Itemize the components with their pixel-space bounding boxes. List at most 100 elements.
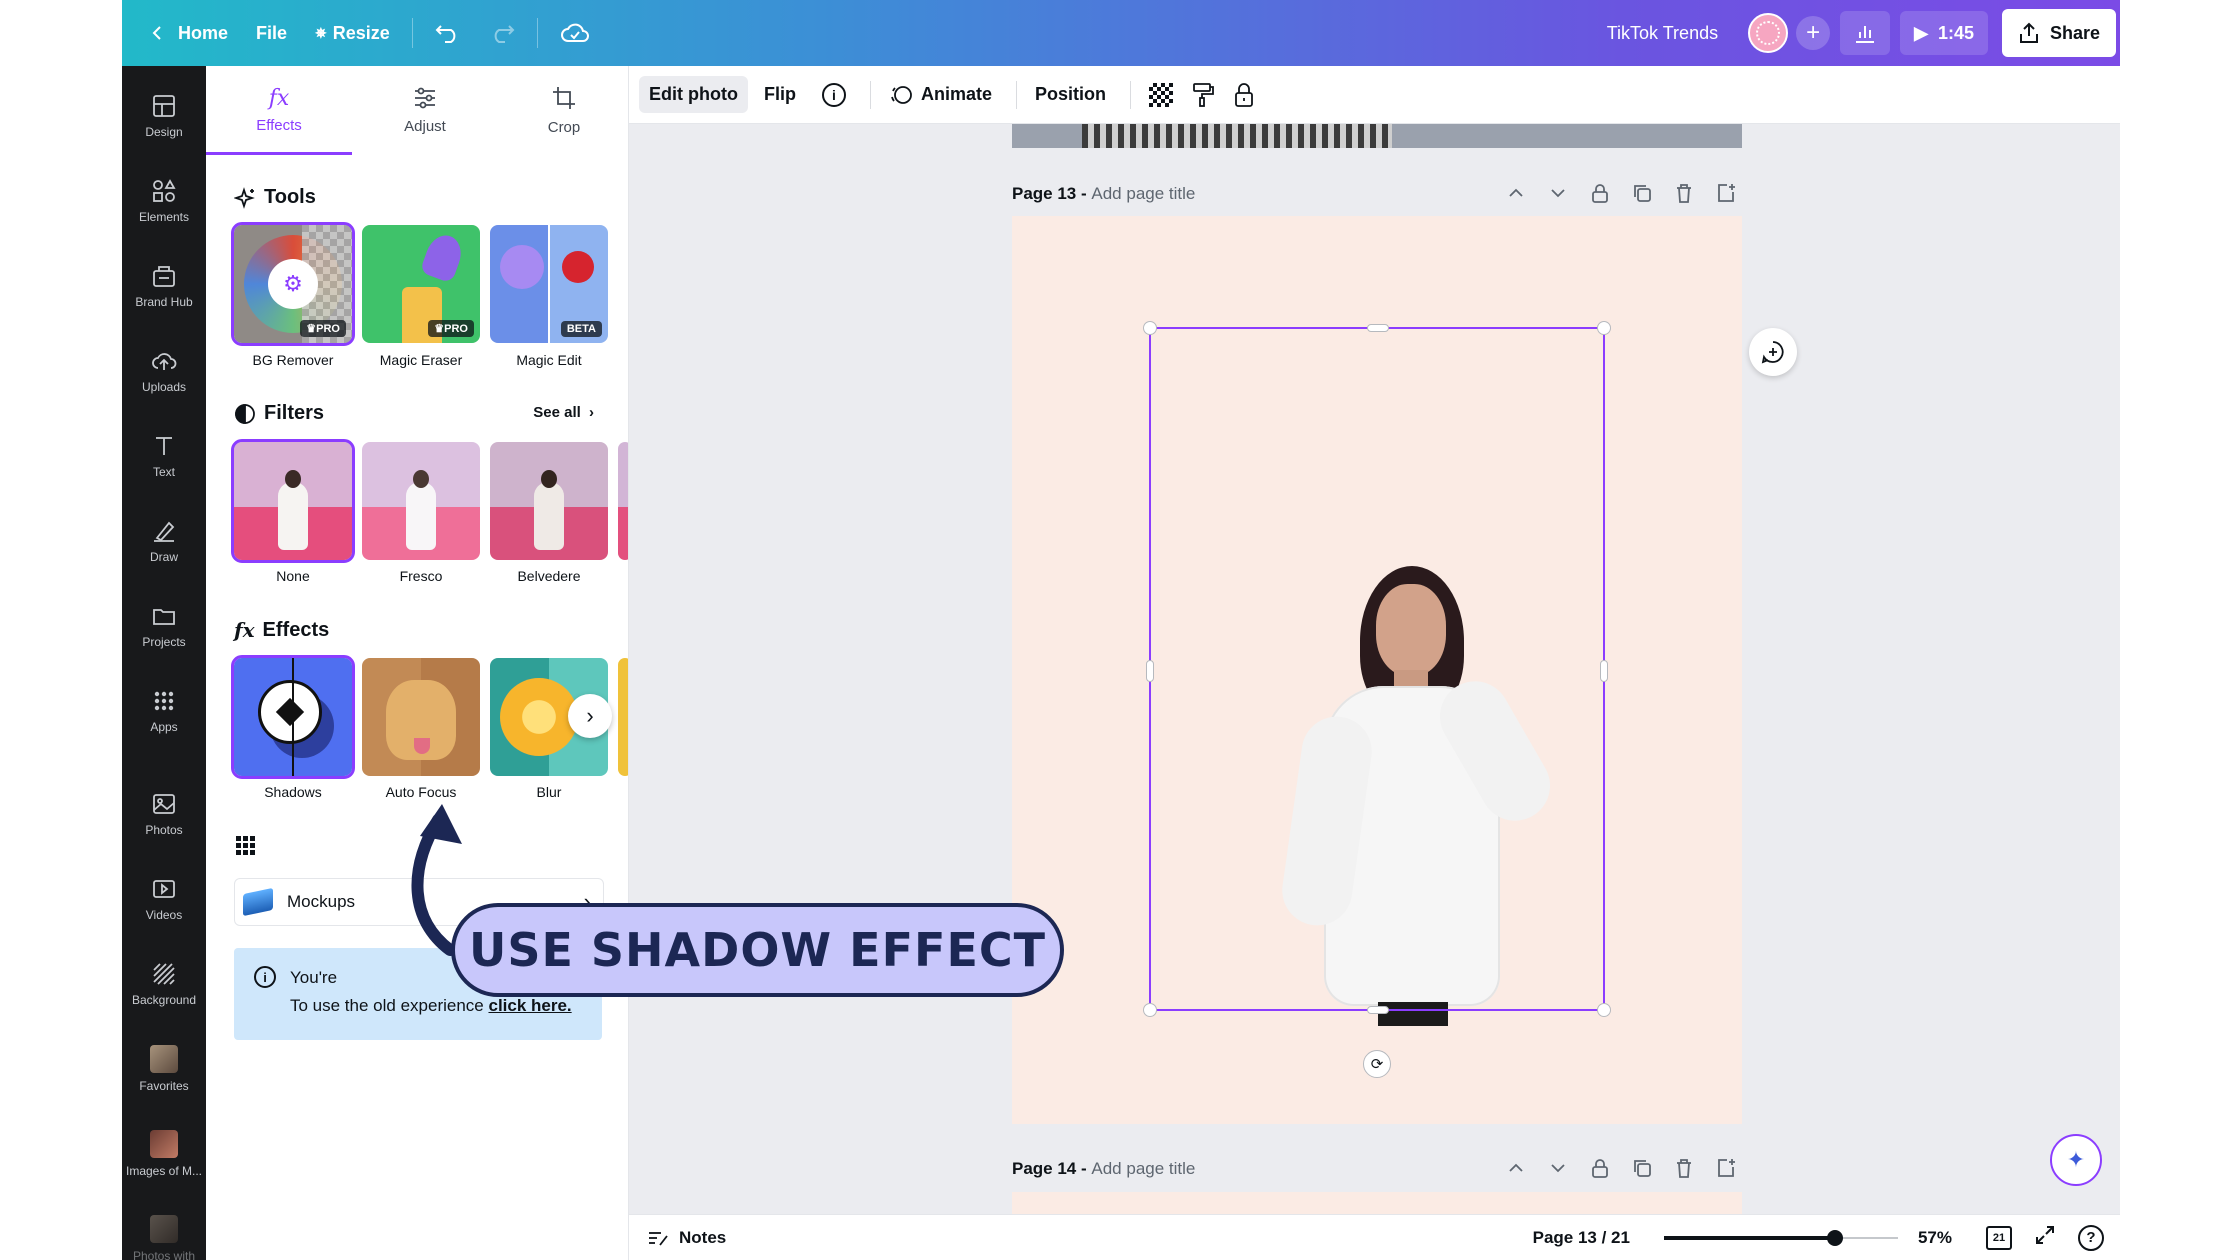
duplicate-icon[interactable] — [1631, 1157, 1653, 1179]
add-page-icon[interactable] — [1715, 1157, 1737, 1179]
rail-item-favorites[interactable]: Favorites — [122, 1029, 206, 1109]
rail-item-images-folder[interactable]: Images of M... — [122, 1114, 206, 1194]
zoom-slider[interactable] — [1663, 1228, 1898, 1248]
transparency-button[interactable] — [1139, 75, 1183, 115]
background-pattern-icon — [153, 963, 175, 985]
chevron-up-icon[interactable] — [1505, 182, 1527, 204]
zoom-level[interactable]: 57% — [1918, 1228, 1952, 1248]
page-13-title[interactable]: Page 13 - Add page title — [1012, 184, 1195, 204]
resize-handle-bottom-right[interactable] — [1597, 1003, 1611, 1017]
resize-handle-top[interactable] — [1367, 324, 1389, 332]
project-title[interactable]: TikTok Trends — [1593, 11, 1732, 55]
avatar[interactable] — [1748, 13, 1789, 53]
rail-item-elements[interactable]: Elements — [122, 161, 206, 241]
position-button[interactable]: Position — [1025, 76, 1116, 113]
undo-icon — [435, 25, 456, 43]
rail-item-photos-with[interactable]: Photos with — [122, 1199, 206, 1260]
lock-icon[interactable] — [1589, 182, 1611, 204]
add-page-icon[interactable] — [1715, 182, 1737, 204]
page-indicator[interactable]: Page 13 / 21 — [1533, 1228, 1630, 1248]
page-12-preview[interactable] — [1012, 124, 1742, 148]
tool-bg-remover[interactable]: ⚙ ♛PRO — [231, 222, 355, 346]
filters-heading: Filters — [234, 402, 324, 425]
rotate-handle[interactable]: ⟳ — [1363, 1050, 1391, 1078]
notes-button[interactable]: Notes — [647, 1228, 726, 1248]
rail-item-apps[interactable]: Apps — [122, 671, 206, 751]
trash-icon[interactable] — [1673, 1157, 1695, 1179]
selection-box[interactable] — [1143, 321, 1611, 1017]
chevron-down-icon[interactable] — [1547, 1157, 1569, 1179]
copy-style-button[interactable] — [1181, 74, 1225, 116]
filter-belvedere[interactable] — [490, 442, 608, 560]
rail-item-text[interactable]: Text — [122, 416, 206, 496]
help-button[interactable]: ? — [2078, 1224, 2104, 1251]
add-collaborator-button[interactable]: + — [1796, 16, 1831, 50]
tool-magic-edit[interactable]: BETA — [490, 225, 608, 343]
filter-preview-head — [541, 470, 557, 488]
rail-item-projects[interactable]: Projects — [122, 586, 206, 666]
insights-button[interactable] — [1840, 11, 1891, 55]
zoom-slider-thumb[interactable] — [1826, 1229, 1843, 1246]
filter-none[interactable] — [231, 439, 355, 563]
rail-item-design[interactable]: Design — [122, 76, 206, 156]
resize-handle-bottom-left[interactable] — [1143, 1003, 1157, 1017]
tool-magic-eraser[interactable]: ♛PRO — [362, 225, 480, 343]
duplicate-icon[interactable] — [1631, 182, 1653, 204]
divider — [536, 18, 538, 48]
flip-button[interactable]: Flip — [754, 76, 806, 113]
filter-next-partial[interactable] — [618, 442, 628, 560]
home-button[interactable]: Home — [134, 11, 242, 55]
effects-heading: fx Effects — [234, 618, 330, 642]
tab-crop[interactable]: Crop — [491, 66, 628, 154]
present-button[interactable]: ▶ 1:45 — [1900, 11, 1988, 55]
page-13[interactable]: ⟳ — [1012, 216, 1742, 1124]
share-button[interactable]: Share — [2001, 9, 2116, 57]
filter-preview-head — [413, 470, 429, 488]
chevron-up-icon[interactable] — [1505, 1157, 1527, 1179]
rail-item-brand-hub[interactable]: Brand Hub — [122, 246, 206, 326]
comment-button[interactable] — [1749, 328, 1797, 376]
resize-handle-top-right[interactable] — [1597, 321, 1611, 335]
rail-item-uploads[interactable]: Uploads — [122, 331, 206, 411]
resize-handle-bottom[interactable] — [1367, 1006, 1389, 1014]
rail-item-photos[interactable]: Photos — [122, 774, 206, 854]
rail-item-background[interactable]: Background — [122, 944, 206, 1024]
info-button[interactable]: i — [812, 75, 856, 115]
resize-handle-top-left[interactable] — [1143, 321, 1157, 335]
resize-handle-left[interactable] — [1146, 660, 1154, 682]
lock-icon[interactable] — [1589, 1157, 1611, 1179]
magic-assistant-button[interactable]: ✦ — [2050, 1134, 2102, 1186]
file-menu-button[interactable]: File — [242, 11, 301, 55]
redo-button[interactable] — [475, 11, 529, 55]
tool-preview-flower — [500, 245, 544, 289]
favorites-thumbnail — [150, 1045, 178, 1073]
canvas-area[interactable]: Page 13 - Add page title ⟳ Page 14 - Add… — [629, 124, 2120, 1214]
trash-icon[interactable] — [1673, 182, 1695, 204]
filters-see-all-link[interactable]: See all › — [533, 404, 594, 421]
effect-shadows[interactable] — [231, 655, 355, 779]
tab-effects[interactable]: fx Effects — [206, 66, 352, 154]
lock-button[interactable] — [1223, 74, 1265, 116]
effect-next-partial[interactable] — [618, 658, 628, 776]
page-14-title[interactable]: Page 14 - Add page title — [1012, 1159, 1195, 1179]
effect-auto-focus[interactable] — [362, 658, 480, 776]
play-icon: ▶ — [1914, 22, 1928, 43]
tab-adjust[interactable]: Adjust — [352, 66, 498, 154]
edit-photo-button[interactable]: Edit photo — [639, 76, 748, 113]
chevron-down-icon[interactable] — [1547, 182, 1569, 204]
filter-fresco[interactable] — [362, 442, 480, 560]
rail-item-draw[interactable]: Draw — [122, 501, 206, 581]
redo-icon — [494, 25, 515, 43]
grid-view-button[interactable]: 21 — [1986, 1225, 2012, 1250]
effects-scroll-right-button[interactable]: › — [568, 694, 612, 738]
resize-button[interactable]: ✵ Resize — [301, 11, 404, 55]
bg-remover-icon: ⚙ — [268, 259, 318, 309]
old-experience-link[interactable]: click here. — [488, 996, 571, 1015]
cloud-save-button[interactable] — [546, 11, 604, 55]
rail-item-videos[interactable]: Videos — [122, 859, 206, 939]
page-14[interactable] — [1012, 1192, 1742, 1214]
fullscreen-button[interactable] — [2034, 1224, 2056, 1251]
animate-button[interactable]: Animate — [879, 75, 1002, 115]
resize-handle-right[interactable] — [1600, 660, 1608, 682]
undo-button[interactable] — [421, 11, 475, 55]
